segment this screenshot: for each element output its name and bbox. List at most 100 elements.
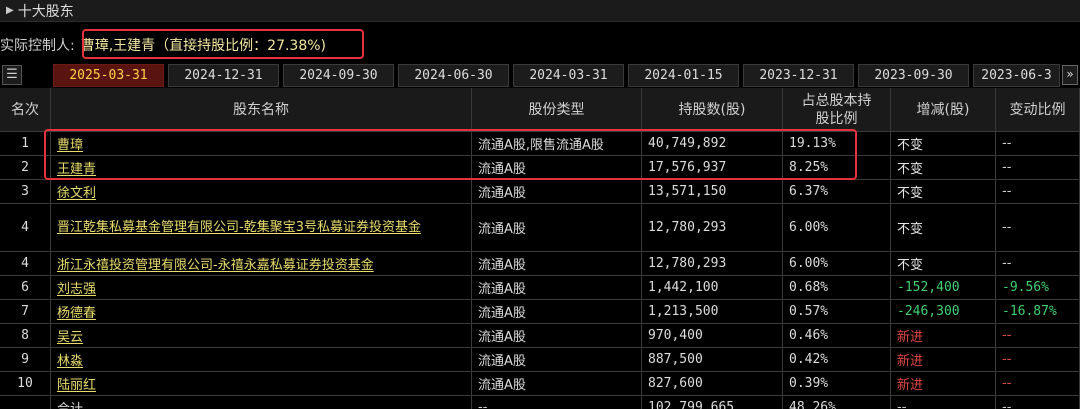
share-type-cell: 流通A股 — [472, 204, 642, 251]
tab-date-5[interactable]: 2024-01-15 — [628, 64, 739, 87]
holder-name-cell: 王建青 — [51, 156, 472, 179]
change-ratio-cell: -- — [996, 204, 1080, 251]
change-cell: 不变 — [891, 156, 996, 179]
change-cell: -246,300 — [891, 300, 996, 323]
rank-cell: 10 — [0, 372, 51, 395]
table-total-row: 合计 -- 102,799,665 48.26% -- -- — [0, 396, 1080, 409]
holder-link[interactable]: 王建青 — [57, 158, 96, 177]
holder-link[interactable]: 林淼 — [57, 350, 83, 369]
ratio-cell: 19.13% — [783, 132, 891, 155]
change-cell: 新进 — [891, 372, 996, 395]
rank-cell: 8 — [0, 324, 51, 347]
holder-link[interactable]: 浙江永禧投资管理有限公司-永禧永嘉私募证券投资基金 — [57, 254, 374, 273]
collapse-triangle-icon[interactable]: ▶ — [6, 5, 14, 16]
col-change-ratio-header[interactable]: 变动比例 — [996, 88, 1080, 131]
holder-link[interactable]: 徐文利 — [57, 182, 96, 201]
col-name-header[interactable]: 股东名称 — [51, 88, 472, 131]
ratio-cell: 8.25% — [783, 156, 891, 179]
shares-cell: 887,500 — [642, 348, 783, 371]
tab-date-1[interactable]: 2024-12-31 — [168, 64, 279, 87]
tab-date-7[interactable]: 2023-09-30 — [858, 64, 969, 87]
share-type-cell: 流通A股 — [472, 252, 642, 275]
controller-value: 曹璋,王建青（直接持股比例：27.38%) — [80, 38, 327, 54]
report-date-tabbar: ☰ 2025-03-31 2024-12-31 2024-09-30 2024-… — [0, 63, 1080, 87]
rank-cell: 2 — [0, 156, 51, 179]
tab-date-0[interactable]: 2025-03-31 — [53, 64, 164, 87]
change-cell: 新进 — [891, 348, 996, 371]
holder-link[interactable]: 吴云 — [57, 326, 83, 345]
table-row[interactable]: 7 杨德春 流通A股 1,213,500 0.57% -246,300 -16.… — [0, 300, 1080, 324]
share-type-cell: 流通A股 — [472, 372, 642, 395]
rank-cell: 4 — [0, 204, 51, 251]
total-type-cell: -- — [472, 396, 642, 409]
table-row[interactable]: 2 王建青 流通A股 17,576,937 8.25% 不变 -- — [0, 156, 1080, 180]
shares-cell: 12,780,293 — [642, 204, 783, 251]
ratio-cell: 6.00% — [783, 204, 891, 251]
col-shares-header[interactable]: 持股数(股) — [642, 88, 783, 131]
holder-link[interactable]: 陆丽红 — [57, 374, 96, 393]
table-row[interactable]: 4 晋江乾集私募基金管理有限公司-乾集聚宝3号私募证券投资基金 流通A股 12,… — [0, 204, 1080, 252]
holder-link[interactable]: 晋江乾集私募基金管理有限公司-乾集聚宝3号私募证券投资基金 — [57, 217, 421, 238]
ratio-cell: 0.42% — [783, 348, 891, 371]
tab-date-2[interactable]: 2024-09-30 — [283, 64, 394, 87]
holder-name-cell: 刘志强 — [51, 276, 472, 299]
table-row[interactable]: 9 林淼 流通A股 887,500 0.42% 新进 -- — [0, 348, 1080, 372]
table-row[interactable]: 1 曹璋 流通A股,限售流通A股 40,749,892 19.13% 不变 -- — [0, 132, 1080, 156]
rank-cell: 9 — [0, 348, 51, 371]
menu-list-icon[interactable]: ☰ — [2, 65, 22, 85]
ratio-cell: 6.37% — [783, 180, 891, 203]
table-row[interactable]: 3 徐文利 流通A股 13,571,150 6.37% 不变 -- — [0, 180, 1080, 204]
ratio-cell: 0.39% — [783, 372, 891, 395]
share-type-cell: 流通A股,限售流通A股 — [472, 132, 642, 155]
total-label-cell: 合计 — [51, 396, 472, 409]
tab-date-3[interactable]: 2024-06-30 — [398, 64, 509, 87]
holder-name-cell: 曹璋 — [51, 132, 472, 155]
table-row[interactable]: 4 浙江永禧投资管理有限公司-永禧永嘉私募证券投资基金 流通A股 12,780,… — [0, 252, 1080, 276]
rank-cell: 3 — [0, 180, 51, 203]
change-cell: -152,400 — [891, 276, 996, 299]
holder-name-cell: 杨德春 — [51, 300, 472, 323]
holder-link[interactable]: 曹璋 — [57, 134, 83, 153]
share-type-cell: 流通A股 — [472, 348, 642, 371]
shares-cell: 1,442,100 — [642, 276, 783, 299]
change-ratio-cell: -- — [996, 180, 1080, 203]
shares-cell: 970,400 — [642, 324, 783, 347]
chevron-right-double-icon[interactable]: » — [1062, 65, 1078, 85]
change-cell: 不变 — [891, 132, 996, 155]
change-cell: 新进 — [891, 324, 996, 347]
holder-name-cell: 徐文利 — [51, 180, 472, 203]
table-row[interactable]: 8 吴云 流通A股 970,400 0.46% 新进 -- — [0, 324, 1080, 348]
change-ratio-cell: -- — [996, 372, 1080, 395]
shares-cell: 13,571,150 — [642, 180, 783, 203]
holder-name-cell: 陆丽红 — [51, 372, 472, 395]
shares-cell: 17,576,937 — [642, 156, 783, 179]
change-ratio-cell: -- — [996, 324, 1080, 347]
change-ratio-cell: -- — [996, 156, 1080, 179]
tab-date-4[interactable]: 2024-03-31 — [513, 64, 624, 87]
change-cell: 不变 — [891, 180, 996, 203]
section-title: 十大股东 — [17, 3, 74, 20]
tab-date-8[interactable]: 2023-06-3 — [973, 64, 1060, 87]
shareholder-table: 名次 股东名称 股份类型 持股数(股) 占总股本持股比例 增减(股) 变动比例 … — [0, 88, 1080, 409]
table-row[interactable]: 10 陆丽红 流通A股 827,600 0.39% 新进 -- — [0, 372, 1080, 396]
total-shares-cell: 102,799,665 — [642, 396, 783, 409]
shares-cell: 12,780,293 — [642, 252, 783, 275]
col-rank-header[interactable]: 名次 — [0, 88, 51, 131]
holder-link[interactable]: 杨德春 — [57, 302, 96, 321]
shares-cell: 1,213,500 — [642, 300, 783, 323]
actual-controller-line: 实际控制人: 曹璋,王建青（直接持股比例：27.38%) — [0, 31, 330, 59]
col-type-header[interactable]: 股份类型 — [472, 88, 642, 131]
change-cell: 不变 — [891, 204, 996, 251]
change-ratio-cell: -9.56% — [996, 276, 1080, 299]
tab-date-6[interactable]: 2023-12-31 — [743, 64, 854, 87]
section-header-top10[interactable]: ▶ 十大股东 — [0, 0, 1080, 22]
share-type-cell: 流通A股 — [472, 300, 642, 323]
change-ratio-cell: -- — [996, 348, 1080, 371]
table-row[interactable]: 6 刘志强 流通A股 1,442,100 0.68% -152,400 -9.5… — [0, 276, 1080, 300]
share-type-cell: 流通A股 — [472, 180, 642, 203]
holder-link[interactable]: 刘志强 — [57, 278, 96, 297]
col-ratio-header[interactable]: 占总股本持股比例 — [783, 88, 891, 131]
change-ratio-cell: -16.87% — [996, 300, 1080, 323]
change-ratio-cell: -- — [996, 132, 1080, 155]
col-change-header[interactable]: 增减(股) — [891, 88, 996, 131]
